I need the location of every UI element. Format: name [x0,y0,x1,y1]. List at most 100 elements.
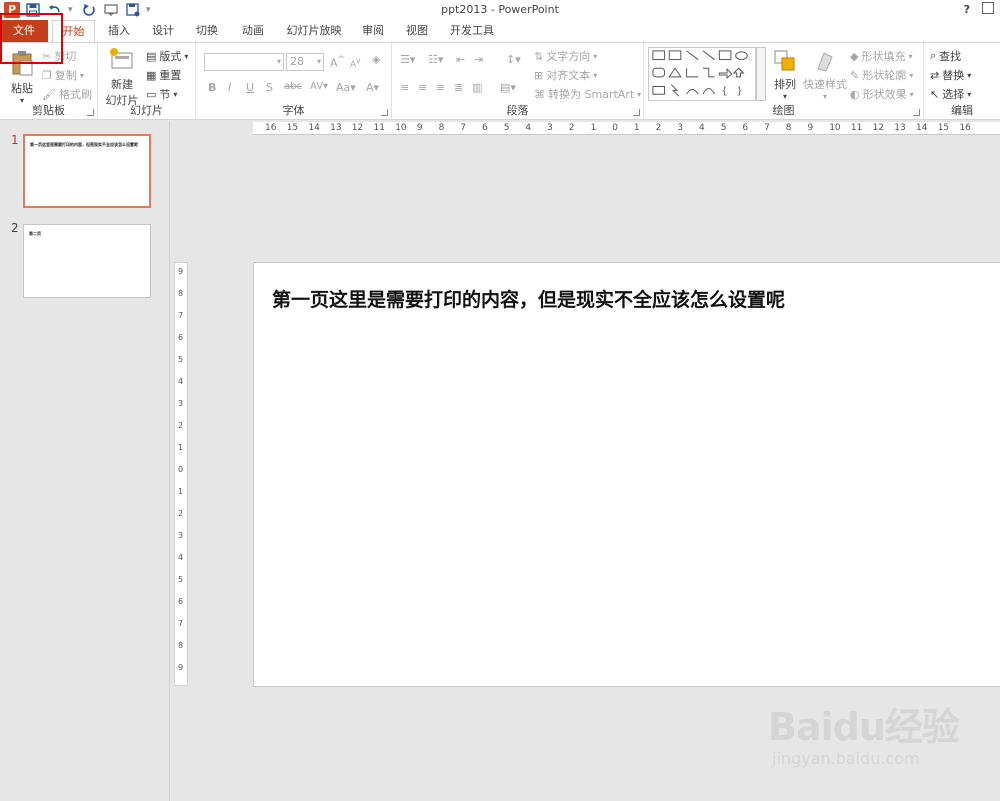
ruler-label: 16 [959,123,971,133]
font-name-combo[interactable]: ▾ [204,53,284,71]
bullets-icon[interactable]: ☰▾ [400,53,415,66]
ruler-label: 7 [178,619,184,628]
ruler-label: 9 [416,123,423,133]
tab-animations[interactable]: 动画 [236,20,270,42]
quick-styles-button[interactable]: 快速样式 ▾ [802,49,848,101]
replace-button[interactable]: ⇄ 替换 ▾ [930,67,971,83]
tab-developer[interactable]: 开发工具 [444,20,500,42]
paragraph-launcher-icon[interactable] [633,109,640,116]
grow-font-icon: A [330,56,338,70]
tab-view[interactable]: 视图 [400,20,434,42]
char-spacing-button[interactable]: AV▾ [310,81,328,92]
shape-fill-label: 形状填充 [861,50,906,63]
tab-file[interactable]: 文件 [0,20,48,42]
copy-label: 复制 [54,69,77,82]
shrink-font-button[interactable]: Av [350,56,361,70]
ruler-label: 5 [503,123,510,133]
ruler-label: 2 [568,123,575,133]
ruler-label: 3 [547,123,553,133]
tab-insert[interactable]: 插入 [102,20,136,42]
paste-button[interactable]: 粘贴 ▾ [6,49,38,105]
tab-home[interactable]: 开始 [52,20,95,43]
shape-outline-button[interactable]: ✎ 形状轮廓 ▾ [850,67,913,83]
font-color-button[interactable]: A▾ [366,81,379,94]
font-color-icon: A [366,81,374,94]
cut-button[interactable]: ✂ 剪切 [42,48,76,64]
arrange-icon [774,50,795,71]
tab-slideshow[interactable]: 幻灯片放映 [282,20,346,42]
numbering-icon[interactable]: ☷▾ [428,53,443,66]
ruler-label: 15 [937,123,950,133]
find-button[interactable]: ⌕ 查找 [930,48,961,64]
format-painter-button[interactable]: 🖌 格式刷 [42,86,92,102]
copy-button[interactable]: ❐ 复制 ▾ [42,67,84,83]
title-bar: P ▾ ▾ ppt2013 - PowerPoint ? [0,0,1000,20]
decrease-indent-icon[interactable]: ⇤ [456,53,465,66]
font-size-combo[interactable]: 28 ▾ [286,53,324,71]
drawing-group-label: 绘图 [772,104,795,117]
slide-thumbnail-2[interactable]: 第二页 [23,224,151,298]
slide-canvas[interactable]: 第一页这里是需要打印的内容，但是现实不全应该怎么设置呢 [253,262,1000,687]
section-button[interactable]: ▭ 节 ▾ [146,86,177,102]
shapes-gallery-icons: { } [652,50,748,97]
clipboard-launcher-icon[interactable] [87,109,94,116]
align-left-icon[interactable]: ≡ [400,81,409,94]
layout-button[interactable]: ▤ 版式 ▾ [146,48,188,64]
ruler-label: 1 [178,487,184,496]
tab-transitions[interactable]: 切换 [190,20,224,42]
shadow-button[interactable]: S [266,81,273,94]
paste-label: 粘贴 [11,82,33,95]
columns-icon[interactable]: ▤▾ [500,81,516,94]
select-button[interactable]: ↖ 选择 ▾ [930,86,971,102]
reset-icon: ▦ [146,68,157,82]
reset-button[interactable]: ▦ 重置 [146,67,181,83]
thumbnail-number: 1 [11,133,19,147]
tab-design[interactable]: 设计 [146,20,180,42]
restore-window-icon[interactable] [982,2,994,14]
clipboard-group-label: 剪贴板 [32,104,65,117]
vertical-ruler[interactable]: 9 8 7 6 5 4 3 2 1 0 1 2 3 4 5 6 7 8 9 [174,262,188,686]
convert-smartart-button[interactable]: ⌘ 转换为 SmartArt ▾ [534,86,641,102]
shape-outline-label: 形状轮廓 [862,69,907,82]
clear-formatting-icon[interactable]: ◈ [372,53,380,66]
slide-thumbnail-1[interactable]: 第一页这里是需要打印的内容，但是现实不全应该怎么设置呢 [23,134,151,208]
ruler-label: 8 [438,123,445,133]
tab-review[interactable]: 审阅 [356,20,390,42]
replace-label: 替换 [942,69,965,82]
format-painter-label: 格式刷 [58,88,92,101]
font-launcher-icon[interactable] [381,109,388,116]
text-direction-button[interactable]: ⇅ 文字方向 ▾ [534,48,597,64]
arrange-button[interactable]: 排列 ▾ [770,49,800,101]
ruler-label: 1 [633,123,640,133]
underline-button[interactable]: U [246,81,254,94]
ruler-label: 9 [178,267,184,276]
ruler-label: 13 [330,123,342,133]
ruler-label: 7 [460,123,467,133]
grow-font-button[interactable]: A^ [330,54,345,70]
change-case-button[interactable]: Aa▾ [336,81,356,94]
horizontal-ruler[interactable]: 16 15 14 13 12 11 10 9 8 7 6 5 4 3 2 1 0 1 2 3 4 5 6 7 8 9 10 11 12 1… [253,122,1000,135]
ruler-label: 15 [286,123,299,133]
ribbon: 粘贴 ▾ ✂ 剪切 ❐ 复制 ▾ 🖌 格式刷 剪贴板 新建 幻灯片 ▤ 版式 ▾ ▦ 重置 ▭… [0,42,1000,120]
shapes-gallery[interactable]: { } [648,47,756,101]
slide-text-box[interactable]: 第一页这里是需要打印的内容，但是现实不全应该怎么设置呢 [272,285,785,312]
align-center-icon[interactable]: ≡ [418,81,427,94]
italic-button[interactable]: I [228,81,231,94]
convert-smartart-label: 转换为 SmartArt [548,88,635,101]
shape-effects-button[interactable]: ◐ 形状效果 ▾ [850,86,914,102]
strikethrough-button[interactable]: abc [284,81,302,92]
bold-button[interactable]: B [208,81,216,94]
help-button[interactable]: ? [964,3,970,16]
distributed-icon[interactable]: ▥ [472,81,482,94]
align-right-icon[interactable]: ≡ [436,81,445,94]
shape-effects-label: 形状效果 [862,88,907,101]
justify-icon[interactable]: ≣ [454,81,463,94]
shapes-gallery-scroll[interactable] [756,47,766,101]
align-text-button[interactable]: ⊞ 对齐文本 ▾ [534,67,597,83]
increase-indent-icon[interactable]: ⇥ [474,53,483,66]
line-spacing-icon[interactable]: ↕▾ [506,53,521,66]
drawing-launcher-icon[interactable] [913,109,920,116]
shape-fill-button[interactable]: ◆ 形状填充 ▾ [850,48,912,64]
new-slide-button[interactable]: 新建 幻灯片 [102,47,142,108]
ruler-label: 14 [916,123,928,133]
